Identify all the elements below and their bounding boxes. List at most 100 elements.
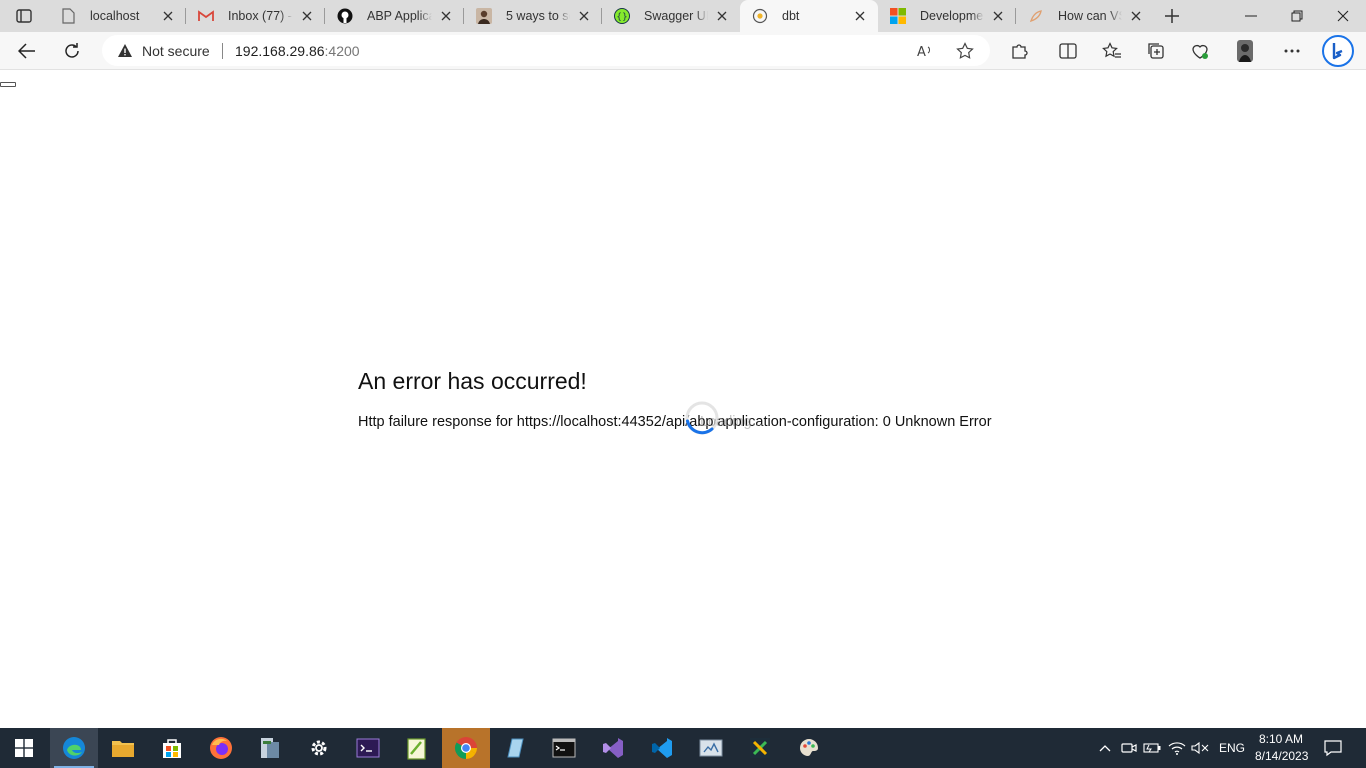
favorite-star-icon[interactable] <box>956 42 974 60</box>
taskbar-file-explorer[interactable] <box>99 728 147 768</box>
read-aloud-icon[interactable]: A <box>916 42 934 60</box>
more-options-icon[interactable] <box>1282 41 1302 61</box>
tab-dbt[interactable]: dbt <box>740 0 878 32</box>
tab-title: 5 ways to set <box>506 9 570 23</box>
url-text[interactable]: 192.168.29.86:4200 <box>235 43 360 59</box>
back-button[interactable] <box>13 37 41 65</box>
taskbar-visual-studio[interactable] <box>589 728 637 768</box>
tab-swagger[interactable]: {} Swagger UI <box>602 0 740 32</box>
tab-how-can-vs[interactable]: How can VS C <box>1016 0 1154 32</box>
split-screen-icon[interactable] <box>1058 41 1078 61</box>
cmd-icon <box>552 738 576 758</box>
error-message: Http failure response for https://localh… <box>358 414 992 430</box>
tab-title: dbt <box>782 9 800 23</box>
tab-title: Development <box>920 9 984 23</box>
taskbar-sourcetree[interactable] <box>736 728 784 768</box>
tab-localhost[interactable]: localhost <box>48 0 186 32</box>
tab-title: localhost <box>90 9 140 23</box>
taskbar-remote-desktop[interactable] <box>246 728 294 768</box>
terminal-icon <box>356 738 380 758</box>
close-icon[interactable] <box>438 8 454 24</box>
extensions-icon[interactable] <box>1009 41 1029 61</box>
taskbar: ENG 8:10 AM 8/14/2023 <box>0 728 1366 768</box>
error-title: An error has occurred! <box>358 368 587 394</box>
close-window-button[interactable] <box>1320 0 1366 32</box>
close-icon[interactable] <box>299 8 315 24</box>
taskbar-notepad[interactable] <box>491 728 539 768</box>
chevron-up-icon <box>1099 745 1111 752</box>
omnibox-divider <box>222 43 223 59</box>
plus-icon <box>1165 9 1179 23</box>
refresh-button[interactable] <box>58 37 86 65</box>
bing-copilot-icon[interactable] <box>1322 35 1354 67</box>
restore-icon <box>1291 10 1303 22</box>
close-icon[interactable] <box>990 8 1006 24</box>
tab-abp[interactable]: ABP Applicati <box>325 0 464 32</box>
warning-icon[interactable] <box>117 43 133 59</box>
language-indicator[interactable]: ENG <box>1219 741 1245 755</box>
favorites-icon[interactable] <box>1102 41 1122 61</box>
visual-studio-icon <box>603 738 623 758</box>
tab-inbox[interactable]: Inbox (77) - k <box>186 0 325 32</box>
restore-button[interactable] <box>1274 0 1320 32</box>
close-icon[interactable] <box>852 8 868 24</box>
swagger-icon: {} <box>614 8 630 24</box>
battery-icon[interactable] <box>1142 738 1162 758</box>
browser-essentials-icon[interactable] <box>1190 41 1210 61</box>
notifications-icon[interactable] <box>1323 738 1343 758</box>
taskbar-terminal[interactable] <box>344 728 392 768</box>
taskbar-notepadpp[interactable] <box>393 728 441 768</box>
tab-development[interactable]: Development <box>878 0 1016 32</box>
taskbar-cmd[interactable] <box>540 728 588 768</box>
notepad-icon <box>507 738 524 758</box>
taskbar-store[interactable] <box>148 728 196 768</box>
vscode-icon <box>652 738 672 758</box>
sourcetree-icon <box>750 738 770 758</box>
settings-icon <box>311 740 327 756</box>
close-icon[interactable] <box>1128 8 1144 24</box>
minimize-button[interactable] <box>1228 0 1274 32</box>
taskbar-paint[interactable] <box>785 728 833 768</box>
page-icon <box>60 8 76 24</box>
start-button[interactable] <box>0 728 48 768</box>
paint-icon <box>800 739 818 756</box>
taskbar-settings[interactable] <box>295 728 343 768</box>
tab-title: ABP Applicati <box>367 9 432 23</box>
close-icon[interactable] <box>714 8 730 24</box>
taskbar-firefox[interactable] <box>197 728 245 768</box>
address-toolbar: Not secure 192.168.29.86:4200 A <box>0 32 1366 70</box>
collapsed-element[interactable] <box>0 82 16 87</box>
collections-icon[interactable] <box>1146 41 1166 61</box>
taskbar-server-manager[interactable] <box>687 728 735 768</box>
tab-5-ways[interactable]: 5 ways to set <box>464 0 602 32</box>
wifi-icon[interactable] <box>1167 738 1187 758</box>
start-icon <box>15 739 33 757</box>
svg-text:{}: {} <box>616 13 627 23</box>
tab-title: Swagger UI <box>644 9 708 23</box>
svg-text:A: A <box>917 45 926 59</box>
firefox-icon <box>210 737 232 759</box>
volume-muted-icon[interactable] <box>1190 738 1210 758</box>
notepadpp-icon <box>407 738 426 760</box>
profile-avatar[interactable] <box>1235 40 1255 62</box>
clock-date[interactable]: 8/14/2023 <box>1255 749 1308 763</box>
close-icon[interactable] <box>160 8 176 24</box>
meet-now-icon[interactable] <box>1119 738 1139 758</box>
globe-icon <box>752 8 768 24</box>
clock-time[interactable]: 8:10 AM <box>1259 732 1303 746</box>
close-icon <box>1337 10 1349 22</box>
taskbar-vscode[interactable] <box>638 728 686 768</box>
page-content: An error has occurred! Http failure resp… <box>0 71 1366 728</box>
store-icon <box>163 739 181 758</box>
address-bar[interactable]: Not secure 192.168.29.86:4200 A <box>102 35 990 66</box>
show-hidden-icons[interactable] <box>1095 738 1115 758</box>
taskbar-chrome[interactable] <box>442 728 490 768</box>
tab-strip: localhost Inbox (77) - k ABP Applicati 5… <box>0 0 1366 32</box>
close-icon[interactable] <box>576 8 592 24</box>
minimize-icon <box>1245 15 1257 17</box>
security-label[interactable]: Not secure <box>142 43 210 59</box>
tab-actions-icon[interactable] <box>10 6 38 26</box>
taskbar-edge[interactable] <box>50 728 98 768</box>
new-tab-button[interactable] <box>1162 6 1182 26</box>
refresh-icon <box>65 43 79 58</box>
